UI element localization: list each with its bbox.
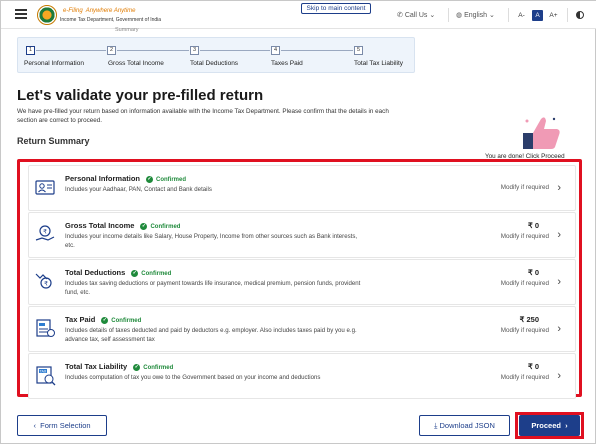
row-description: Includes tax saving deductions or paymen… [65,280,361,296]
menu-icon[interactable] [15,9,27,19]
page-description: We have pre-filled your return based on … [17,108,389,124]
check-icon: ✓ [140,222,148,230]
modify-link[interactable]: Modify if required [501,327,549,334]
step-connector [200,50,270,51]
step-connector [281,50,353,51]
logo-subtitle: Income Tax Department, Government of Ind… [60,17,162,23]
divider [508,8,509,22]
modify-link[interactable]: Modify if required [501,233,549,240]
row-title: Personal Information ✓ Confirmed [65,174,187,183]
summary-row-total-deductions[interactable]: ₹ Total Deductions ✓ Confirmed Includes ta… [28,259,576,305]
tax-calc-icon: TAX [36,366,56,386]
deduction-icon: ₹ [35,273,52,289]
phone-icon: ✆ [397,12,403,19]
page: e-Filing Anywhere Anytime Income Tax Depa… [0,0,596,444]
form-selection-button[interactable]: ‹ Form Selection [17,415,107,436]
divider [448,8,449,22]
row-amount: ₹ 0 [527,362,539,371]
row-description: Includes details of taxes deducted and p… [65,327,357,343]
row-amount: ₹ 0 [527,221,539,230]
divider [567,8,568,22]
row-amount: ₹ 250 [519,315,539,324]
emblem-logo [37,5,57,25]
income-hand-icon: ₹ [35,225,55,241]
check-icon: ✓ [146,175,154,183]
svg-text:₹: ₹ [43,229,47,236]
person-card-icon [35,180,55,195]
contrast-icon[interactable] [576,11,584,19]
row-amount: ₹ 0 [527,268,539,277]
return-summary-list: Personal Information ✓ Confirmed Includes … [17,159,582,399]
chevron-right-icon[interactable]: › [557,229,561,241]
chevron-down-icon: ⌄ [429,12,436,19]
call-us-menu[interactable]: ✆ Call Us ⌄ [397,11,435,19]
font-decrease-button[interactable]: A- [516,10,527,21]
proceed-button[interactable]: Proceed › [519,415,580,436]
download-json-button[interactable]: ⤓ Download JSON [419,415,510,436]
row-title: Gross Total Income ✓ Confirmed [65,221,181,230]
confirmed-badge: ✓ Confirmed [146,175,187,183]
summary-row-total-tax-liability[interactable]: TAX Total Tax Liability ✓ Confirmed Includ… [28,353,576,399]
step-5-number: 5 [354,46,363,55]
confirmed-badge: ✓ Confirmed [140,222,181,230]
chevron-right-icon[interactable]: › [557,182,561,194]
check-icon: ✓ [133,363,141,371]
language-select[interactable]: ◍ English ⌄ [456,11,495,19]
step-connector [117,50,189,51]
chevron-left-icon: ‹ [33,421,36,430]
progress-stepper: 1 2 3 4 5 Personal Information Gross Tot… [17,37,415,73]
row-description: Includes computation of tax you owe to t… [65,374,321,381]
font-normal-button[interactable]: A [532,10,543,21]
step-2-label: Gross Total Income [108,60,164,67]
download-icon: ⤓ [434,421,438,430]
step-1-label: Personal Information [24,60,84,67]
summary-row-tax-paid[interactable]: Tax Paid ✓ Confirmed Includes details of t… [28,306,576,352]
modify-link[interactable]: Modify if required [501,280,549,287]
font-increase-button[interactable]: A+ [548,10,559,21]
confirmed-badge: ✓ Confirmed [101,316,142,324]
summary-row-gross-total-income[interactable]: ₹ Gross Total Income ✓ Confirmed Includes … [28,212,576,258]
step-1-number: 1 [26,46,35,55]
row-description: Includes your Aadhaar, PAN, Contact and … [65,186,212,193]
step-3-number: 3 [190,46,199,55]
svg-text:₹: ₹ [44,281,48,288]
svg-text:TAX: TAX [39,369,47,373]
summary-row-personal-information[interactable]: Personal Information ✓ Confirmed Includes … [28,165,576,211]
confirmed-badge: ✓ Confirmed [131,269,172,277]
step-3-label: Total Deductions [190,60,239,67]
chevron-right-icon[interactable]: › [557,276,561,288]
step-5-label: Total Tax Liability [354,60,404,67]
row-title: Total Tax Liability ✓ Confirmed [65,362,174,371]
step-4-label: Taxes Paid [271,60,303,67]
row-title: Total Deductions ✓ Confirmed [65,268,172,277]
row-title: Tax Paid ✓ Confirmed [65,315,142,324]
chevron-down-icon: ⌄ [488,12,495,19]
step-connector [36,50,106,51]
row-description: Includes your income details like Salary… [65,233,358,249]
section-title: Return Summary [17,136,90,146]
logo-title[interactable]: e-Filing Anywhere Anytime [60,3,136,15]
confirmed-badge: ✓ Confirmed [133,363,174,371]
step-2-number: 2 [107,46,116,55]
chevron-right-icon: › [565,421,568,430]
thumbs-up-icon [523,117,560,149]
chevron-right-icon[interactable]: › [557,323,561,335]
top-header: e-Filing Anywhere Anytime Income Tax Depa… [1,1,596,29]
logo-tagline: Anywhere Anytime [85,8,136,14]
skip-to-main-link[interactable]: Skip to main content [301,3,371,14]
globe-icon: ◍ [456,12,463,19]
modify-link[interactable]: Modify if required [501,184,549,191]
page-title: Let's validate your pre-filled return [17,87,264,104]
check-icon: ✓ [131,269,139,277]
chevron-right-icon[interactable]: › [557,370,561,382]
modify-link[interactable]: Modify if required [501,374,549,381]
summary-label: Summary [115,27,139,33]
check-icon: ✓ [101,316,109,324]
step-4-number: 4 [271,46,280,55]
tax-doc-icon [36,319,55,337]
